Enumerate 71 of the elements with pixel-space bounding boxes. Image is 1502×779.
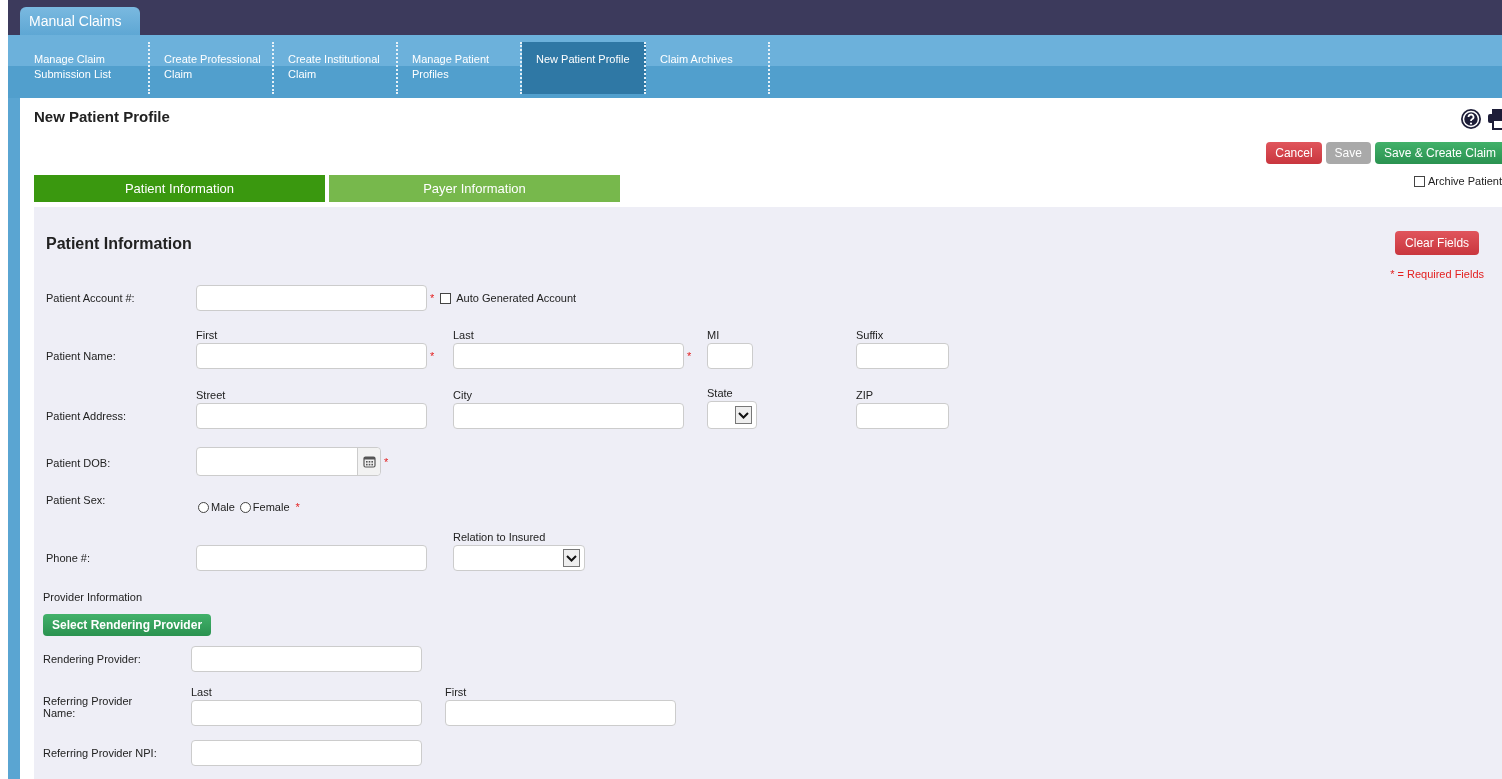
action-button[interactable]: Save & Create Claim — [1374, 142, 1502, 164]
input-field[interactable] — [445, 700, 676, 726]
date-field[interactable] — [196, 447, 381, 476]
field-caption: Last — [453, 329, 475, 341]
field-label: Phone #: — [46, 552, 92, 564]
action-button[interactable]: Save — [1325, 142, 1371, 164]
printer-icon[interactable] — [1488, 108, 1502, 130]
radio-button[interactable] — [239, 501, 251, 513]
input-field[interactable] — [191, 646, 422, 672]
archive-checkbox[interactable] — [1414, 175, 1425, 187]
input-field[interactable] — [196, 545, 427, 571]
field-label: Patient Name: — [46, 350, 117, 362]
radio-button[interactable] — [198, 501, 209, 513]
input-field[interactable] — [453, 403, 684, 429]
nav-tab[interactable]: Create Institutional Claim — [274, 42, 398, 94]
field-label: Patient Address: — [46, 410, 128, 422]
section-title: Patient Information — [46, 235, 192, 254]
field-label: Referring Provider Name: — [43, 695, 134, 719]
radio-label: Female — [252, 501, 290, 513]
field-caption: Last — [191, 686, 213, 698]
required-marker: * — [430, 292, 435, 304]
field-label: Rendering Provider: — [43, 653, 142, 665]
field-label: Patient Sex: — [46, 494, 107, 506]
field-label: Patient Account #: — [46, 292, 136, 304]
page-title: New Patient Profile — [34, 108, 170, 125]
provider-heading: Provider Information — [43, 591, 144, 603]
nav-tab[interactable]: Create Professional Claim — [150, 42, 274, 94]
required-marker: * — [430, 350, 435, 362]
required-marker: * — [295, 501, 300, 513]
dropdown-icon[interactable] — [563, 549, 580, 567]
input-field[interactable] — [191, 700, 422, 726]
help-icon[interactable] — [1460, 108, 1482, 130]
field-caption: State — [707, 387, 734, 399]
input-field[interactable] — [196, 343, 427, 369]
calendar-icon[interactable] — [362, 455, 376, 468]
field-label: Patient DOB: — [46, 457, 112, 469]
auto-account-checkbox[interactable] — [440, 292, 452, 304]
select-field[interactable] — [707, 401, 757, 429]
select-field[interactable] — [453, 545, 585, 571]
input-field[interactable] — [191, 740, 422, 766]
input-field[interactable] — [856, 403, 949, 429]
required-marker: * — [687, 350, 692, 362]
field-caption: Relation to Insured — [453, 531, 547, 543]
field-caption: Street — [196, 389, 227, 401]
field-caption: First — [196, 329, 219, 341]
section-tab[interactable]: Payer Information — [329, 175, 620, 202]
input-field[interactable] — [453, 343, 684, 369]
input-field[interactable] — [196, 403, 427, 429]
checkbox-label: Auto Generated Account — [456, 292, 577, 304]
field-label: Referring Provider NPI: — [43, 747, 158, 759]
nav-tab[interactable]: Manage Claim Submission List — [20, 42, 150, 94]
select-provider-button[interactable]: Select Rendering Provider — [43, 614, 212, 636]
input-field[interactable] — [196, 285, 427, 311]
field-caption: City — [453, 389, 473, 401]
field-caption: First — [445, 686, 468, 698]
required-note: * = Required Fields — [1390, 268, 1484, 280]
field-caption: ZIP — [856, 389, 875, 401]
clear-fields-button[interactable]: Clear Fields — [1395, 231, 1480, 255]
archive-label: Archive Patient — [1428, 175, 1502, 187]
action-button[interactable]: Cancel — [1266, 142, 1322, 164]
section-tab[interactable]: Patient Information — [34, 175, 325, 202]
nav-tab[interactable]: Claim Archives — [646, 42, 770, 94]
radio-label: Male — [211, 501, 235, 513]
input-field[interactable] — [856, 343, 949, 369]
field-caption: MI — [707, 329, 721, 341]
field-caption: Suffix — [856, 329, 885, 341]
app-tab[interactable]: Manual Claims — [20, 7, 140, 35]
nav-tab[interactable]: New Patient Profile — [522, 42, 646, 94]
required-marker: * — [384, 455, 389, 468]
dropdown-icon[interactable] — [735, 406, 752, 424]
input-field[interactable] — [707, 343, 753, 369]
